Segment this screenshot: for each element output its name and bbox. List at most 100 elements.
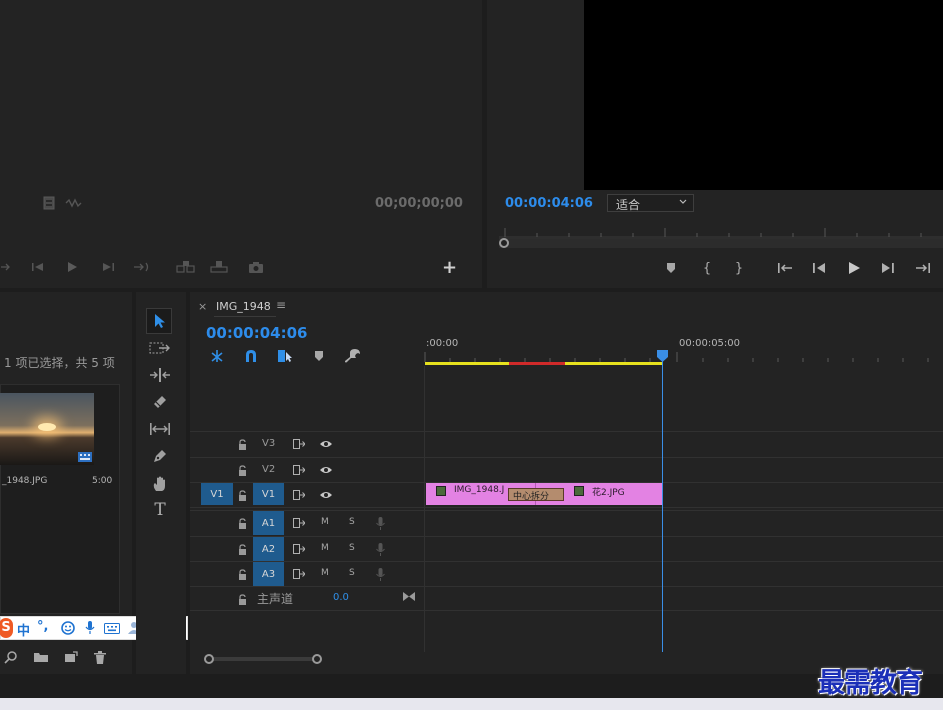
sync-lock-icon[interactable] xyxy=(292,516,306,530)
mute-button[interactable]: M xyxy=(321,568,329,578)
linked-selection-icon[interactable] xyxy=(276,348,294,364)
lock-icon[interactable] xyxy=(236,516,248,530)
selection-tool[interactable] xyxy=(146,308,172,334)
play-icon[interactable] xyxy=(845,259,863,277)
button-editor-add[interactable]: + xyxy=(442,257,457,278)
sogou-logo-icon[interactable]: S xyxy=(0,618,13,638)
track-target-a2[interactable]: A2 xyxy=(253,537,284,561)
scrollbar-track xyxy=(210,657,318,661)
play-icon[interactable] xyxy=(64,259,80,275)
mute-button[interactable]: M xyxy=(321,543,329,553)
wrench-settings-icon[interactable] xyxy=(344,347,362,365)
master-volume-value[interactable]: 0.0 xyxy=(333,592,349,603)
program-timecode[interactable]: 00:00:04:06 xyxy=(505,196,593,211)
track-target-a1[interactable]: A1 xyxy=(253,511,284,535)
lock-icon[interactable] xyxy=(236,567,248,581)
lock-icon[interactable] xyxy=(236,592,248,606)
voiceover-mic-icon[interactable] xyxy=(374,541,386,557)
track-select-forward-icon[interactable] xyxy=(148,338,172,358)
track-target-v1[interactable]: V1 xyxy=(253,483,284,505)
clip-type-icon xyxy=(77,451,93,463)
voiceover-mic-icon[interactable] xyxy=(374,566,386,582)
sync-lock-icon[interactable] xyxy=(292,567,306,581)
mute-button[interactable]: M xyxy=(321,517,329,527)
go-to-in-icon[interactable] xyxy=(775,260,795,276)
scrollbar-right-handle[interactable] xyxy=(312,654,322,664)
fit-dropdown[interactable]: 适合 xyxy=(607,194,694,212)
track-a1-header: A1 M S xyxy=(190,511,424,535)
drag-video-only-icon[interactable] xyxy=(42,195,56,211)
export-frame-icon[interactable] xyxy=(247,259,265,275)
solo-button[interactable]: S xyxy=(349,517,355,527)
mark-out-icon[interactable]: } xyxy=(733,260,745,276)
source-timecode[interactable]: 00;00;00;00 xyxy=(375,196,463,211)
fx-badge-icon xyxy=(574,486,584,496)
keyboard-icon[interactable] xyxy=(103,621,121,635)
overwrite-icon[interactable] xyxy=(208,258,230,276)
transition-center-split[interactable]: 中心拆分 xyxy=(508,488,564,502)
step-forward-icon[interactable] xyxy=(100,259,116,275)
go-to-out-icon[interactable] xyxy=(913,260,933,276)
add-marker-icon[interactable] xyxy=(664,260,678,276)
sync-lock-icon[interactable] xyxy=(292,463,306,477)
sync-lock-icon[interactable] xyxy=(292,437,306,451)
step-back-icon[interactable] xyxy=(810,260,828,276)
program-zoom-bar[interactable] xyxy=(499,238,943,248)
step-back-icon[interactable] xyxy=(30,259,46,275)
chinese-mode-toggle[interactable]: 中 xyxy=(17,620,30,639)
transition-label: 中心拆分 xyxy=(513,492,550,502)
microphone-icon[interactable] xyxy=(83,620,97,636)
playhead-handle[interactable] xyxy=(657,350,668,362)
track-v3-label: V3 xyxy=(262,438,276,449)
mark-out-icon[interactable] xyxy=(0,259,14,275)
selection-arrow-icon xyxy=(154,313,166,329)
eye-icon[interactable] xyxy=(318,488,334,502)
lock-icon[interactable] xyxy=(236,542,248,556)
pen-tool-icon[interactable] xyxy=(148,446,172,466)
new-item-icon[interactable] xyxy=(62,649,80,665)
program-mini-ruler[interactable] xyxy=(499,224,943,238)
bowtie-icon[interactable] xyxy=(402,589,416,603)
drag-audio-only-icon[interactable] xyxy=(64,196,84,210)
watermark-logo: 最需教育 xyxy=(818,668,923,699)
tab-menu-icon[interactable]: ≡ xyxy=(276,298,286,312)
tab-title[interactable]: IMG_1948 xyxy=(216,300,271,313)
lock-icon[interactable] xyxy=(236,437,248,451)
trash-icon[interactable] xyxy=(92,649,108,665)
new-bin-icon[interactable] xyxy=(32,649,50,665)
solo-button[interactable]: S xyxy=(349,568,355,578)
hand-tool-icon[interactable] xyxy=(148,473,172,493)
razor-icon[interactable] xyxy=(148,392,172,412)
step-forward-icon[interactable] xyxy=(879,260,897,276)
eye-icon[interactable] xyxy=(318,437,334,451)
insert-icon[interactable] xyxy=(175,258,197,276)
timeline-timecode[interactable]: 00:00:04:06 xyxy=(206,324,308,342)
lock-icon[interactable] xyxy=(236,463,248,477)
punctuation-toggle[interactable]: °, xyxy=(37,619,48,634)
tab-close-icon[interactable]: × xyxy=(198,300,207,313)
type-tool-icon[interactable]: T xyxy=(148,500,172,520)
sync-lock-icon[interactable] xyxy=(292,488,306,502)
source-patch-v1[interactable]: V1 xyxy=(201,483,233,505)
lock-icon[interactable] xyxy=(236,488,248,502)
fit-dropdown-value: 适合 xyxy=(616,198,641,212)
search-icon[interactable] xyxy=(3,649,19,665)
snap-magnet-icon[interactable] xyxy=(242,348,260,364)
clip-name: _1948.JPG xyxy=(2,476,48,486)
solo-button[interactable]: S xyxy=(349,543,355,553)
sync-lock-icon[interactable] xyxy=(292,542,306,556)
eye-icon[interactable] xyxy=(318,463,334,477)
voiceover-mic-icon[interactable] xyxy=(374,515,386,531)
add-marker-icon[interactable] xyxy=(312,348,326,364)
chevron-down-icon xyxy=(679,199,687,205)
ripple-edit-icon[interactable] xyxy=(148,365,172,385)
go-to-out-icon[interactable] xyxy=(132,259,152,275)
program-zoom-handle[interactable] xyxy=(499,238,509,248)
track-target-a3[interactable]: A3 xyxy=(253,562,284,586)
emoji-icon[interactable] xyxy=(60,620,76,636)
clip-duration: 5:00 xyxy=(92,476,113,486)
scrollbar-left-handle[interactable] xyxy=(204,654,214,664)
mark-in-icon[interactable]: { xyxy=(701,260,713,276)
nest-sequence-icon[interactable] xyxy=(208,348,226,364)
slip-tool-icon[interactable] xyxy=(148,419,172,439)
